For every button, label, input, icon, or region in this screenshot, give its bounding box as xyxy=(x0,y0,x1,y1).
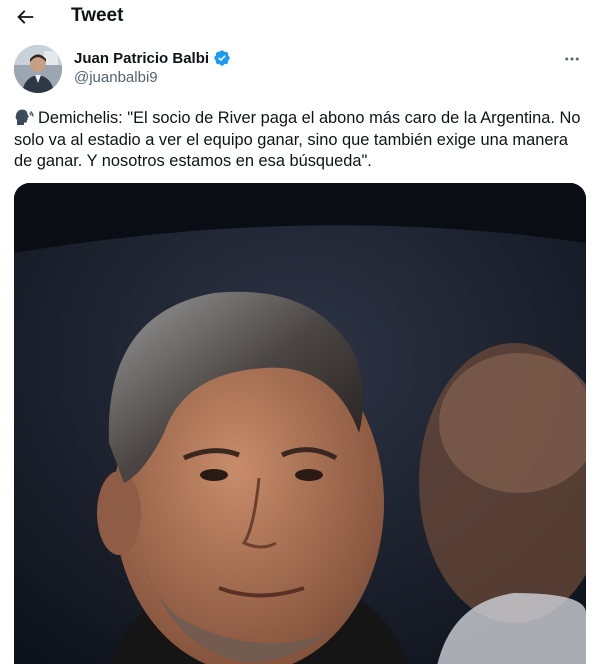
back-arrow-icon[interactable] xyxy=(12,4,38,30)
speaking-head-icon xyxy=(14,108,34,126)
tweet-author: Juan Patricio Balbi @juanbalbi9 xyxy=(14,45,586,95)
author-display-name[interactable]: Juan Patricio Balbi xyxy=(74,50,209,67)
tweet-text: Demichelis: "El socio de River paga el a… xyxy=(14,109,581,170)
avatar[interactable] xyxy=(14,45,62,93)
top-bar: Tweet xyxy=(0,0,600,34)
tweet-photo[interactable] xyxy=(14,183,586,664)
verified-badge-icon xyxy=(213,49,231,67)
author-handle[interactable]: @juanbalbi9 xyxy=(74,69,158,86)
page-title: Tweet xyxy=(71,5,124,26)
name-row: Juan Patricio Balbi xyxy=(74,49,231,67)
tweet-body: Demichelis: "El socio de River paga el a… xyxy=(14,108,584,173)
more-options-icon[interactable] xyxy=(560,47,584,71)
